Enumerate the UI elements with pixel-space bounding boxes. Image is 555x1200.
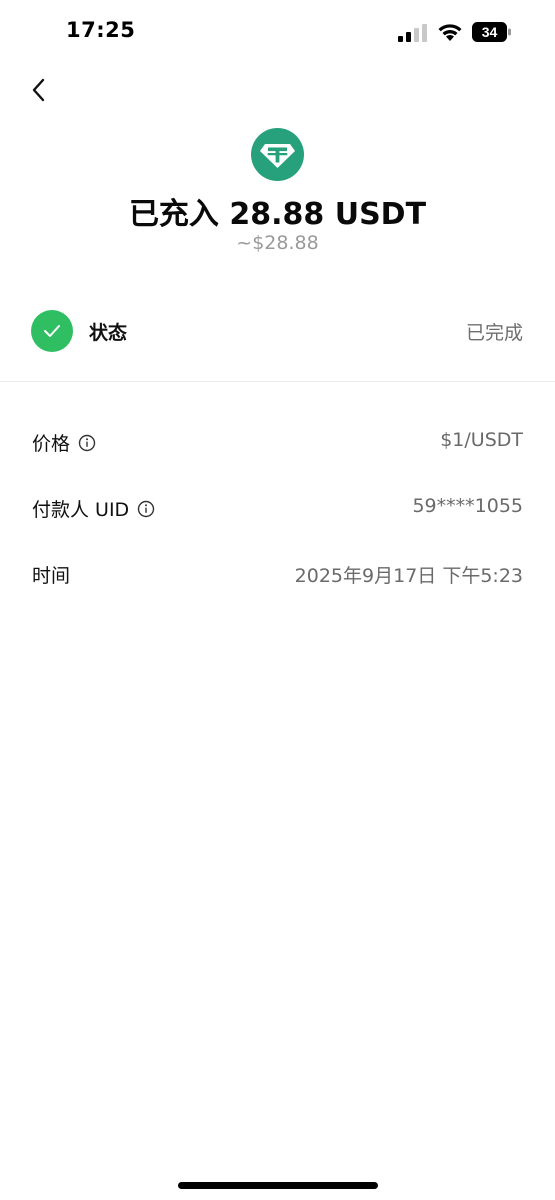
status-value: 已完成 — [465, 322, 523, 344]
chevron-left-icon — [32, 78, 45, 102]
info-icon[interactable] — [78, 434, 96, 452]
info-icon[interactable] — [137, 500, 155, 518]
price-label: 价格 — [32, 433, 71, 455]
time-value: 2025年9月17日 下午5:23 — [294, 565, 523, 587]
cellular-signal-icon — [398, 24, 427, 42]
fiat-value: ~$28.88 — [236, 232, 319, 254]
battery-icon: 34 — [472, 22, 511, 42]
status-time: 17:25 — [66, 18, 136, 42]
payer-uid-label: 付款人 UID — [32, 499, 130, 521]
battery-level: 34 — [482, 24, 498, 40]
time-label: 时间 — [32, 565, 71, 587]
status-row: 状态 已完成 — [0, 300, 555, 362]
price-value: $1/USDT — [440, 429, 523, 451]
detail-row-payer-uid: 付款人 UID 59****1055 — [0, 487, 555, 527]
tether-icon — [251, 128, 304, 181]
status-bar: 17:25 34 — [0, 0, 555, 66]
wifi-icon — [438, 24, 462, 41]
check-icon — [31, 310, 73, 352]
home-indicator[interactable] — [178, 1182, 378, 1189]
deposit-title: 已充入 28.88 USDT — [128, 197, 427, 232]
detail-row-time: 时间 2025年9月17日 下午5:23 — [0, 553, 555, 593]
back-button[interactable] — [22, 72, 56, 108]
divider — [0, 381, 555, 382]
status-label: 状态 — [89, 322, 128, 344]
detail-row-price: 价格 $1/USDT — [0, 421, 555, 461]
payer-uid-value: 59****1055 — [412, 495, 523, 517]
